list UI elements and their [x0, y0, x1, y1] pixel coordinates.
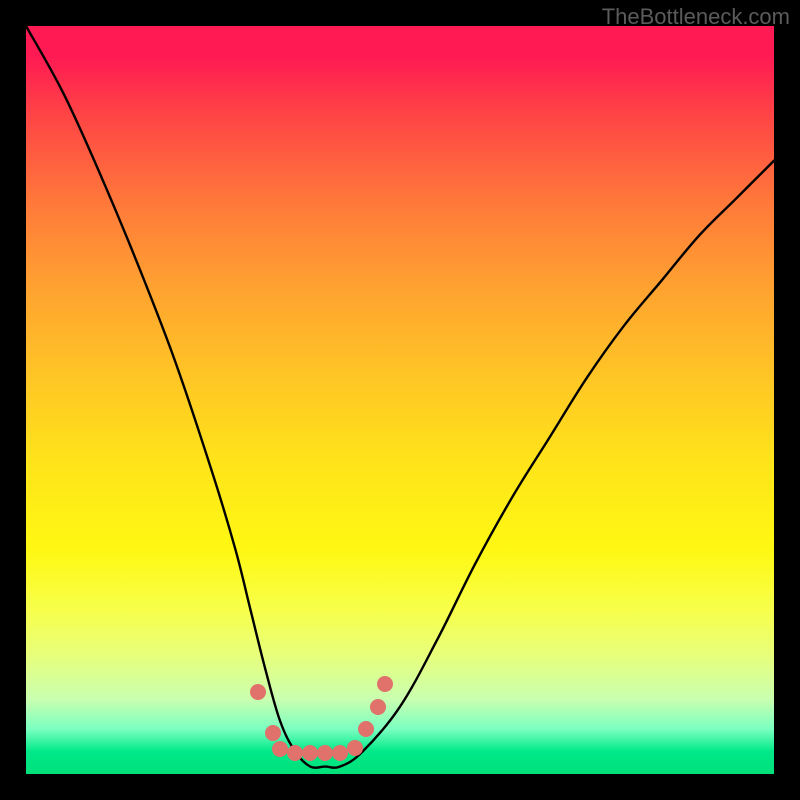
data-dot [358, 721, 374, 737]
data-dot [272, 741, 288, 757]
dots-layer [26, 26, 774, 774]
data-dot [370, 699, 386, 715]
watermark-text: TheBottleneck.com [602, 4, 790, 30]
curve-layer [26, 26, 774, 774]
plot-area [26, 26, 774, 774]
data-dot [347, 740, 363, 756]
bottleneck-curve [26, 26, 774, 768]
data-dot [265, 725, 281, 741]
data-dot [302, 745, 318, 761]
data-dot [250, 684, 266, 700]
chart-frame: TheBottleneck.com [0, 0, 800, 800]
data-dot [332, 745, 348, 761]
data-dot [317, 745, 333, 761]
data-dot [377, 676, 393, 692]
data-dot [287, 745, 303, 761]
